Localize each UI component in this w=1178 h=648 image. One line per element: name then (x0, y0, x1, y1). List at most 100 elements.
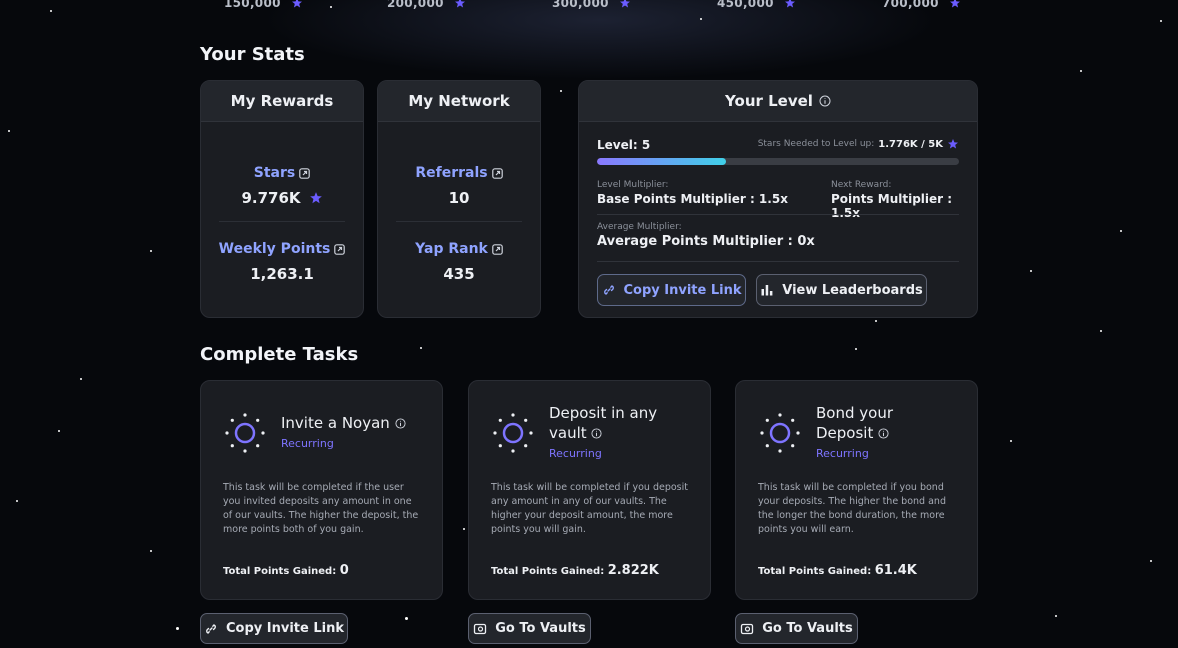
level-progress-fill (597, 158, 726, 165)
complete-tasks-title: Complete Tasks (200, 344, 359, 365)
referrals-stat: Referrals 10 (378, 162, 540, 207)
stars-link[interactable]: Stars (254, 165, 311, 181)
star-icon (309, 192, 322, 204)
button-label: Go To Vaults (762, 621, 853, 636)
task-card-bond: Bond your Deposit Recurring This task wi… (735, 380, 978, 600)
your-stats-title: Your Stats (200, 44, 305, 65)
stars-stat: Stars 9.776K (201, 162, 363, 207)
star-icon (619, 0, 630, 8)
external-link-icon (492, 243, 503, 255)
task-description: This task will be completed if the user … (223, 482, 419, 535)
level-multiplier-label: Level Multiplier: (597, 180, 669, 190)
task-title-line1: Deposit in any (549, 404, 658, 422)
task-description: This task will be completed if you bond … (758, 482, 946, 535)
task-total: Total Points Gained: 61.4K (758, 563, 917, 578)
yap-rank-stat: Yap Rank 435 (378, 238, 540, 283)
my-network-title: My Network (378, 81, 540, 122)
vault-icon (474, 623, 487, 634)
milestone-150000: 150,000 (224, 0, 303, 10)
milestone-450000: 450,000 (717, 0, 796, 10)
external-link-icon (334, 243, 346, 255)
next-reward-label: Next Reward: (831, 180, 892, 190)
task-recurring-label: Recurring (549, 447, 602, 460)
stars-needed-value: 1.776K / 5K (878, 138, 943, 150)
weekly-points-label: Weekly Points (218, 241, 331, 257)
copy-invite-link-label: Copy Invite Link (623, 282, 742, 298)
button-label: Go To Vaults (495, 621, 586, 636)
info-icon[interactable] (878, 428, 889, 439)
star-icon (784, 0, 795, 8)
milestone-value: 200,000 (387, 0, 444, 10)
milestone-value: 700,000 (882, 0, 939, 10)
info-icon[interactable] (395, 418, 406, 429)
yap-rank-value: 435 (443, 265, 475, 283)
milestone-value: 450,000 (717, 0, 774, 10)
bar-chart-icon (761, 285, 773, 296)
stars-needed: Stars Needed to Level up: 1.776K / 5K (758, 138, 959, 150)
my-rewards-card: My Rewards Stars 9.776K Weekly Points 1,… (200, 80, 364, 318)
vault-icon (741, 623, 754, 634)
stat-divider (396, 221, 522, 222)
level-progress-bar (597, 158, 959, 165)
star-icon (291, 0, 302, 8)
task-copy-invite-link-button[interactable]: Copy Invite Link (200, 613, 348, 644)
milestone-200000: 200,000 (387, 0, 466, 10)
task-title: Deposit in any vault (549, 403, 657, 443)
button-label: Copy Invite Link (226, 621, 344, 636)
weekly-points-value: 1,263.1 (250, 265, 314, 283)
milestone-value: 150,000 (224, 0, 281, 10)
divider (597, 261, 959, 262)
external-link-icon (299, 167, 311, 179)
copy-invite-link-button[interactable]: Copy Invite Link (597, 274, 746, 306)
external-link-icon (491, 167, 503, 179)
average-multiplier-value: Average Points Multiplier : 0x (597, 234, 815, 249)
referrals-label: Referrals (415, 165, 488, 181)
milestone-300000: 300,000 (552, 0, 631, 10)
task-title-line1: Bond your (816, 404, 893, 422)
milestone-value: 300,000 (552, 0, 609, 10)
task-total-label: Total Points Gained: (223, 566, 337, 577)
next-reward-value: Points Multiplier : 1.5x (831, 192, 953, 220)
star-icon (949, 0, 960, 8)
average-multiplier-label: Average Multiplier: (597, 222, 682, 232)
stars-value: 9.776K (241, 189, 301, 207)
task-recurring-label: Recurring (281, 437, 334, 450)
divider (597, 214, 959, 215)
weekly-points-stat: Weekly Points 1,263.1 (201, 238, 363, 283)
task-spinner-icon (225, 413, 265, 453)
yap-rank-link[interactable]: Yap Rank (415, 241, 503, 257)
view-leaderboards-button[interactable]: View Leaderboards (756, 274, 927, 306)
go-to-vaults-button[interactable]: Go To Vaults (468, 613, 591, 644)
view-leaderboards-label: View Leaderboards (782, 282, 923, 298)
task-title-line2: Deposit (816, 424, 874, 442)
task-card-deposit: Deposit in any vault Recurring This task… (468, 380, 711, 600)
task-total-value: 2.822K (607, 563, 659, 578)
info-icon[interactable] (591, 428, 602, 439)
task-title-line2: vault (549, 424, 587, 442)
task-total-value: 0 (339, 563, 349, 578)
task-spinner-icon (493, 413, 533, 453)
your-level-header: Your Level (579, 81, 977, 122)
stat-divider (219, 221, 345, 222)
my-network-card: My Network Referrals 10 Yap Rank 435 (377, 80, 541, 318)
referrals-value: 10 (448, 189, 470, 207)
weekly-points-link[interactable]: Weekly Points (219, 241, 346, 257)
task-total: Total Points Gained: 2.822K (491, 563, 659, 578)
level-multiplier-value: Base Points Multiplier : 1.5x (597, 192, 788, 206)
task-total-value: 61.4K (874, 563, 917, 578)
task-recurring-label: Recurring (816, 447, 869, 460)
referrals-link[interactable]: Referrals (415, 165, 503, 181)
task-total-label: Total Points Gained: (491, 566, 605, 577)
yap-rank-label: Yap Rank (415, 241, 488, 257)
task-total-label: Total Points Gained: (758, 566, 872, 577)
star-icon (454, 0, 465, 8)
my-rewards-title: My Rewards (201, 81, 363, 122)
your-level-card: Your Level Level: 5 Stars Needed to Leve… (578, 80, 978, 318)
your-level-title: Your Level (725, 92, 813, 110)
stars-needed-label: Stars Needed to Level up: (757, 139, 875, 149)
info-icon[interactable] (819, 95, 831, 107)
task-title-text: Invite a Noyan (281, 414, 390, 432)
star-icon (948, 139, 958, 149)
go-to-vaults-button-bond[interactable]: Go To Vaults (735, 613, 858, 644)
milestone-700000: 700,000 (882, 0, 961, 10)
